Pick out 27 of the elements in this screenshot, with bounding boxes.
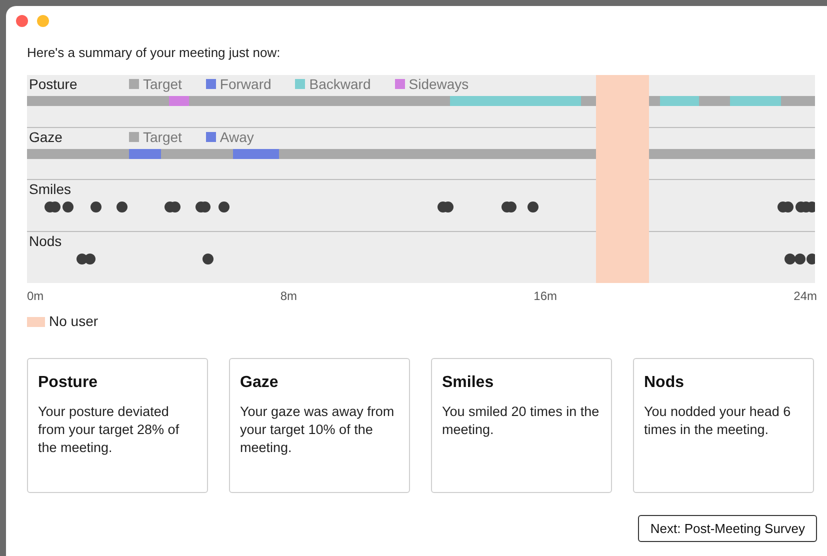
legend-label: Target (143, 74, 182, 94)
card-title: Smiles (442, 373, 495, 393)
card-title: Nods (644, 373, 685, 393)
close-button[interactable] (16, 15, 28, 27)
legend-label: Sideways (408, 74, 469, 94)
axis-tick-label: 24m (794, 288, 817, 305)
card-title: Gaze (240, 373, 280, 393)
card-text: Your gaze was away from your target 10% of the meeting. (240, 403, 396, 457)
card-text: You smiled 20 times in the meeting. (442, 403, 600, 439)
legend-label: Away (220, 128, 254, 147)
next-button[interactable]: Next: Post-Meeting Survey (638, 515, 817, 542)
axis-tick-label: 16m (534, 288, 557, 305)
legend-label: No user (49, 312, 98, 331)
track-label: Posture (29, 74, 78, 94)
axis-tick-label: 8m (280, 288, 297, 305)
track-label: Nods (29, 232, 63, 250)
summary-heading: Here's a summary of your meeting just now: (27, 44, 282, 62)
track-label: Smiles (29, 180, 72, 198)
legend-label: Target (143, 128, 182, 147)
axis-tick-label: 0m (27, 288, 44, 305)
card-text: You nodded your head 6 times in the meeting. (644, 403, 792, 439)
card-text: Your posture deviated from your target 28% of the meeting. (38, 403, 180, 457)
legend-label: Forward (220, 74, 272, 94)
card-title: Posture (38, 373, 99, 393)
track-label: Gaze (29, 128, 64, 146)
legend-label: Backward (309, 74, 371, 94)
minimize-button[interactable] (37, 15, 49, 27)
